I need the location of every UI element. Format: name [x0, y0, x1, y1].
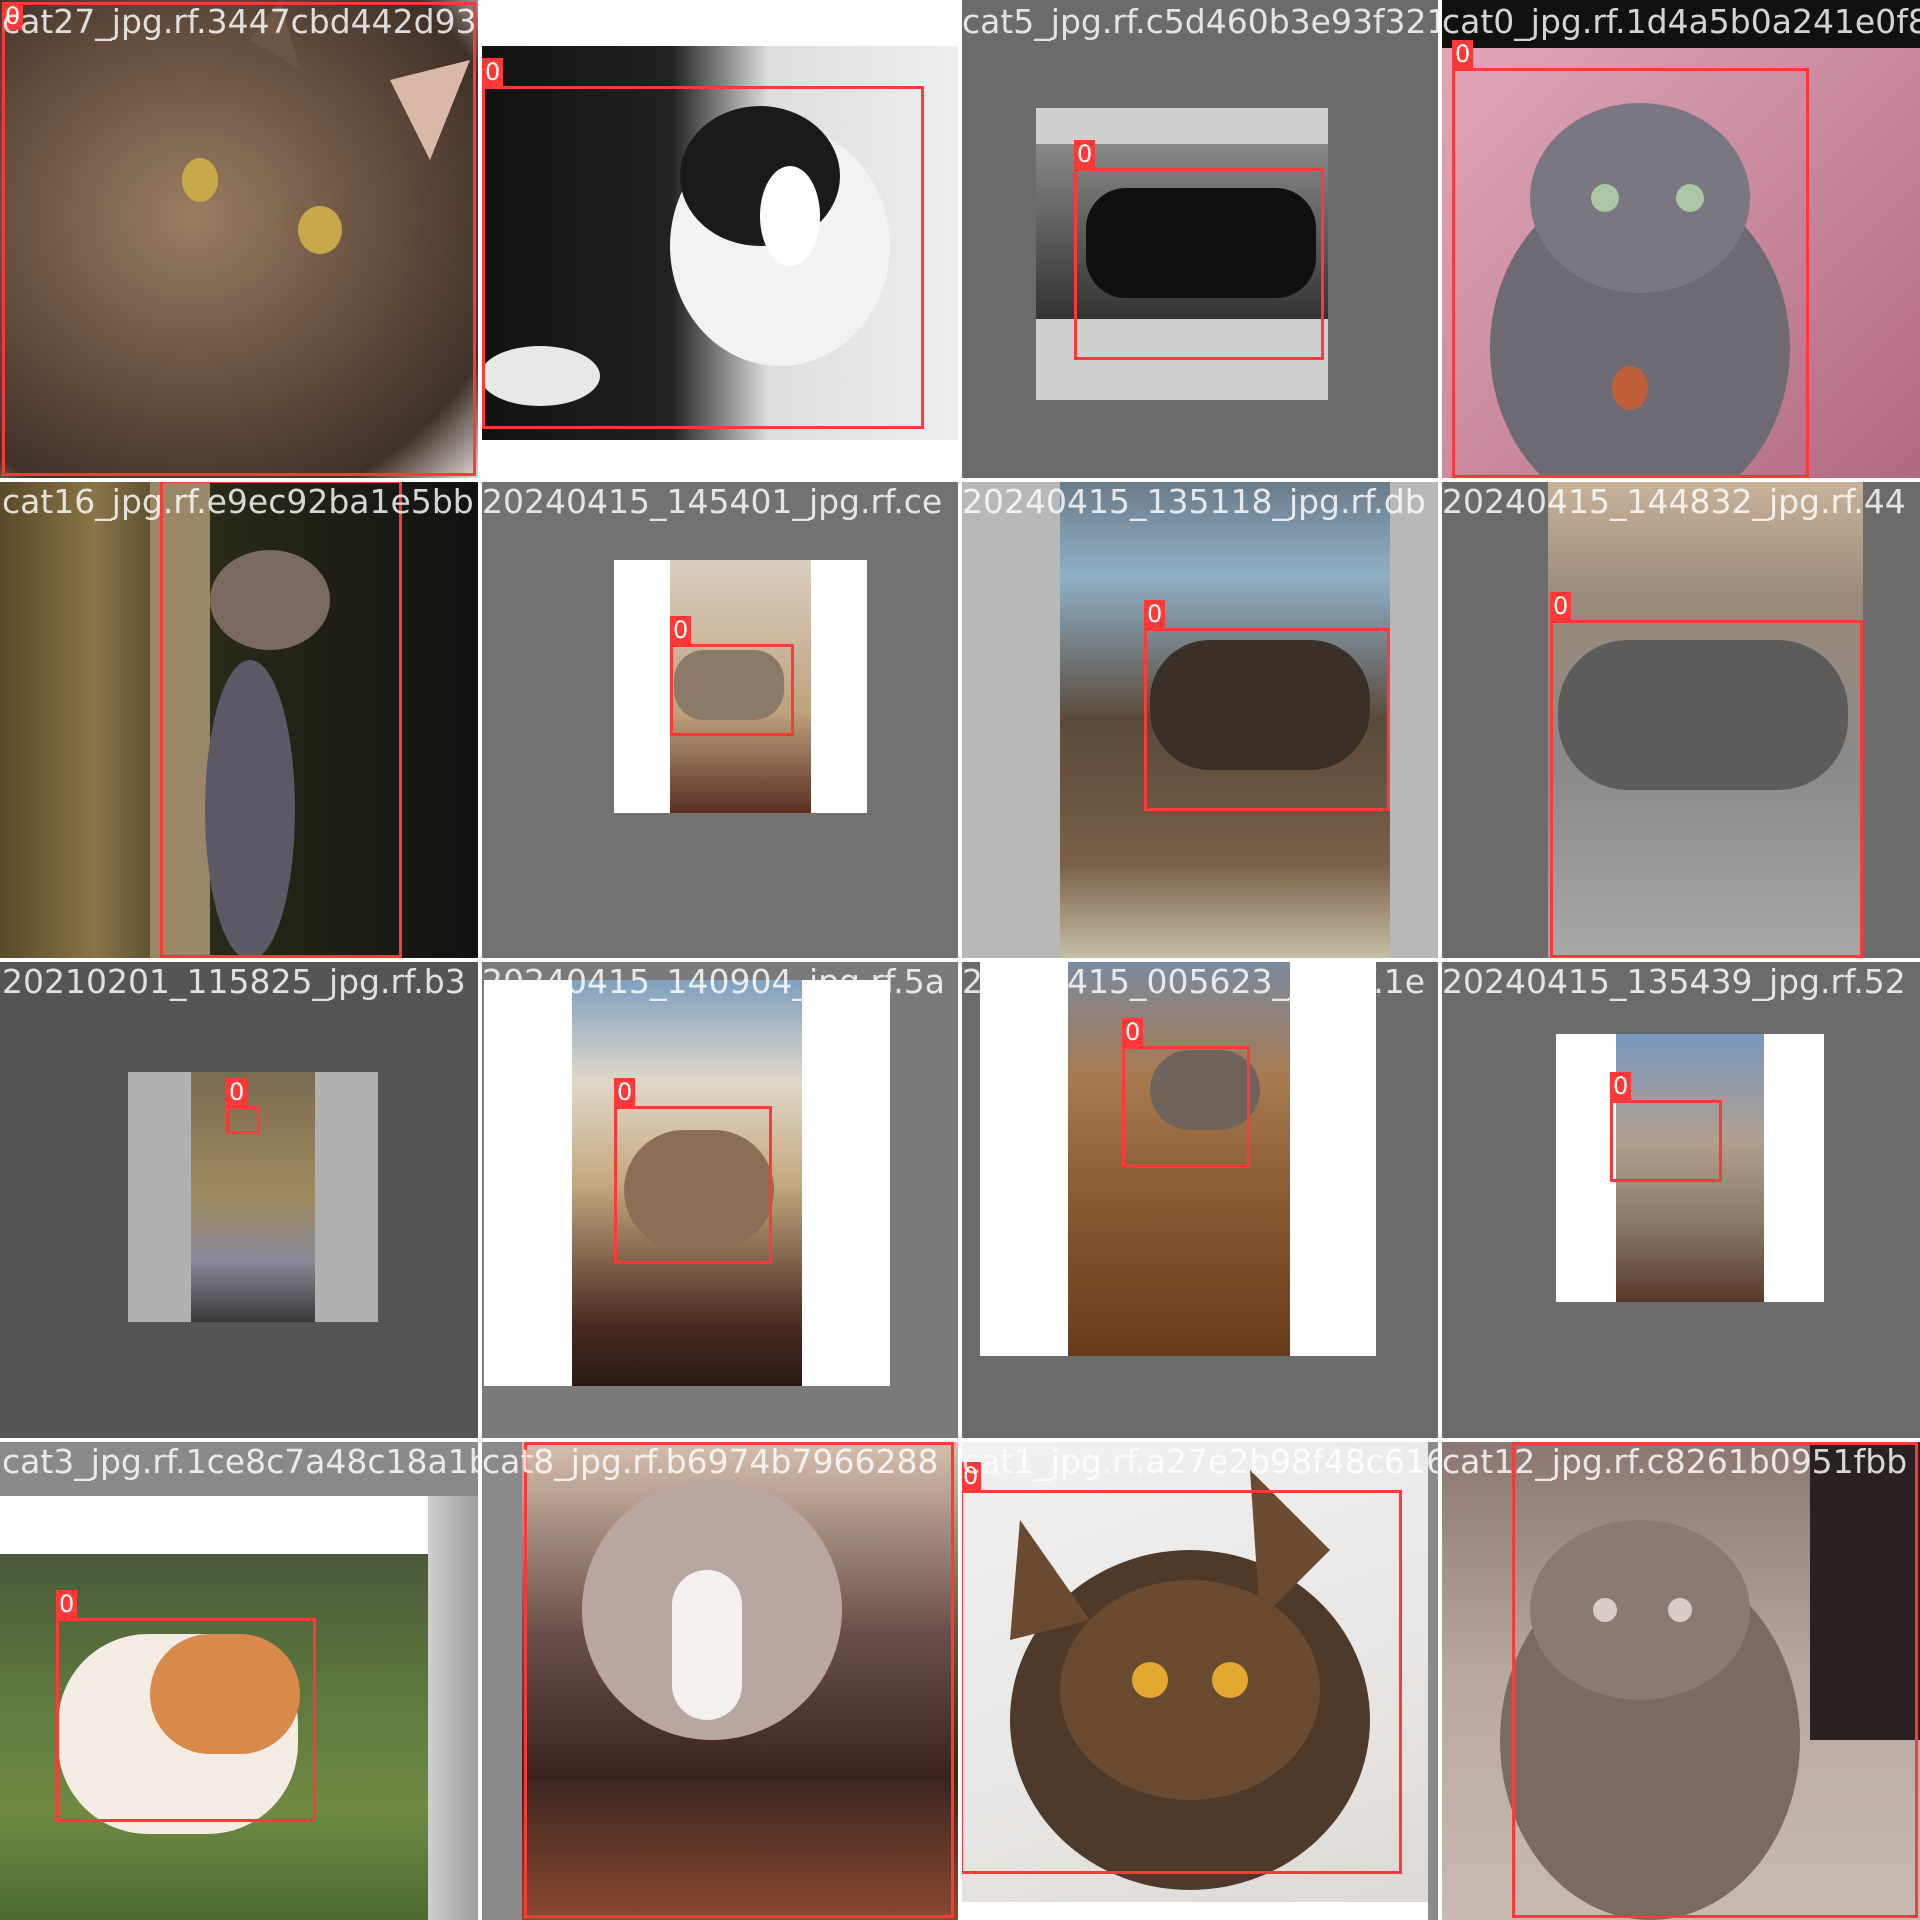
cat-photo [128, 1072, 378, 1322]
tile-13: 0 cat3_jpg.rf.1ce8c7a48c18a1b [0, 1440, 480, 1920]
cat-photo [0, 0, 480, 480]
sepia-tabby-drawing [1500, 1440, 1920, 1920]
cat-photo [614, 560, 867, 813]
tile-1: 0 cat27_jpg.rf.3447cbd442d93 [0, 0, 480, 480]
cat-photo [1556, 1034, 1824, 1302]
cat-photo [0, 1554, 428, 1920]
cat-photo [480, 46, 960, 440]
tabby-drawing [1490, 103, 1790, 480]
grid-divider [0, 1438, 1920, 1442]
cat-photo [980, 960, 1376, 1356]
cat-photo [0, 480, 480, 960]
tile-2: 0 e027d0cd7f234f5ffa8ac321dc9 [480, 0, 960, 480]
tile-8: 0 20240415_144832_jpg.rf.44 [1440, 480, 1920, 960]
tile-16: 0 cat12_jpg.rf.c8261b0951fbb [1440, 1440, 1920, 1920]
cat-photo [1060, 480, 1390, 960]
tile-12: 0 20240415_135439_jpg.rf.52 [1440, 960, 1920, 1440]
cat-photo [1548, 480, 1863, 960]
tile-6: 0 20240415_145401_jpg.rf.ce [480, 480, 960, 960]
grid-divider [0, 958, 1920, 962]
cat-face-drawing [182, 0, 470, 254]
tile-3: 0 cat5_jpg.rf.c5d460b3e93f321f [960, 0, 1440, 480]
cat-photo [1440, 1440, 1920, 1920]
cat-photo [484, 980, 890, 1386]
maine-coon-drawing [1010, 1470, 1370, 1890]
kitten-drawing [480, 106, 890, 406]
cat-photo [1440, 48, 1920, 480]
tile-5: 0 cat16_jpg.rf.e9ec92ba1e5bb [0, 480, 480, 960]
tree-cat-drawing [150, 480, 330, 960]
grid-divider [0, 478, 1920, 482]
cat-photo [1036, 108, 1328, 400]
cat-photo [522, 1440, 960, 1920]
cat-photo [960, 1440, 1428, 1902]
tile-4: 0 cat0_jpg.rf.1d4a5b0a241e0f89b [1440, 0, 1920, 480]
tile-7: 0 20240415_135118_jpg.rf.db [960, 480, 1440, 960]
tile-11: 0 20240415_005623_jpg.rf.1e [960, 960, 1440, 1440]
tile-10: 0 20240415_140904_jpg.rf.5a [480, 960, 960, 1440]
image-mosaic: 0 cat27_jpg.rf.3447cbd442d93 0 e027d0cd7… [0, 0, 1920, 1920]
tile-14: 0 cat8_jpg.rf.b6974b7966288 [480, 1440, 960, 1920]
tile-9: 0 20210201_115825_jpg.rf.b3 [0, 960, 480, 1440]
tile-15: 0 cat1_jpg.rf.a27e2b98f48c616002a8 [960, 1440, 1440, 1920]
